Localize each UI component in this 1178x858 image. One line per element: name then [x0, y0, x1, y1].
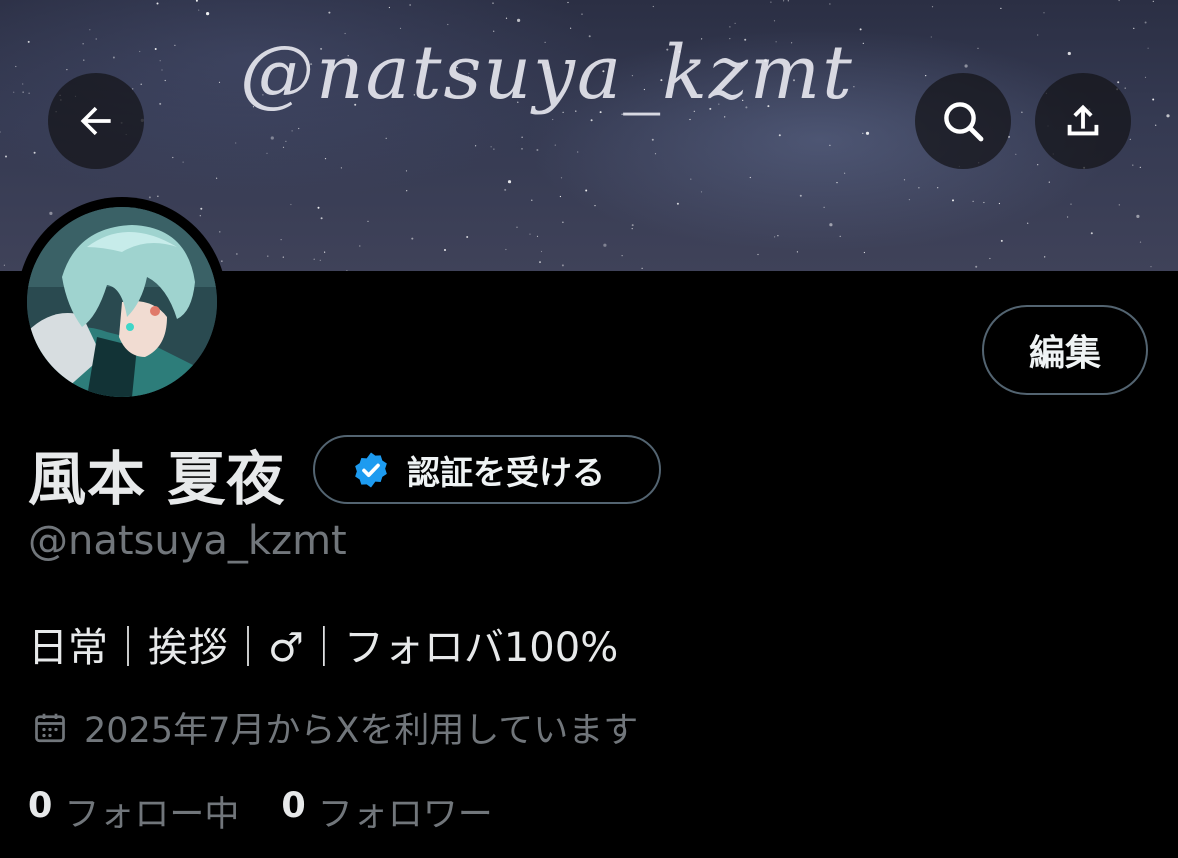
- join-date: 2025年7月からXを利用しています: [32, 702, 638, 753]
- avatar[interactable]: [27, 207, 217, 397]
- followers-label: フォロワー: [317, 795, 493, 835]
- following-link[interactable]: 0 フォロー中: [28, 786, 239, 837]
- follow-stats: 0 フォロー中 0 フォロワー: [28, 786, 535, 837]
- share-button[interactable]: [1035, 73, 1131, 169]
- edit-profile-button[interactable]: 編集: [982, 305, 1148, 395]
- banner-handle-text: @natsuya_kzmt: [240, 30, 854, 116]
- search-button[interactable]: [915, 73, 1011, 169]
- calendar-icon: [32, 710, 68, 746]
- get-verified-button[interactable]: 認証を受ける: [313, 435, 661, 504]
- avatar-illustration: [27, 207, 217, 397]
- following-label: フォロー中: [64, 795, 240, 835]
- back-button[interactable]: [48, 73, 144, 169]
- join-date-text: 2025年7月からXを利用しています: [84, 711, 639, 751]
- profile-page: @natsuya_kzmt 編集 風本 夏夜 認証を受ける @natsuya_k…: [0, 0, 1178, 858]
- profile-bio: 日常｜挨拶｜♂︎｜フォロバ100%: [28, 625, 619, 671]
- followers-count: 0: [281, 786, 306, 826]
- search-icon: [944, 102, 984, 142]
- followers-link[interactable]: 0 フォロワー: [281, 786, 492, 837]
- following-count: 0: [28, 786, 53, 826]
- display-name: 風本 夏夜: [28, 445, 286, 513]
- profile-handle: @natsuya_kzmt: [28, 518, 347, 564]
- share-icon: [1067, 104, 1099, 136]
- get-verified-label: 認証を受ける: [407, 452, 605, 492]
- verified-badge-icon: [351, 450, 391, 490]
- arrow-left-icon: [80, 106, 111, 136]
